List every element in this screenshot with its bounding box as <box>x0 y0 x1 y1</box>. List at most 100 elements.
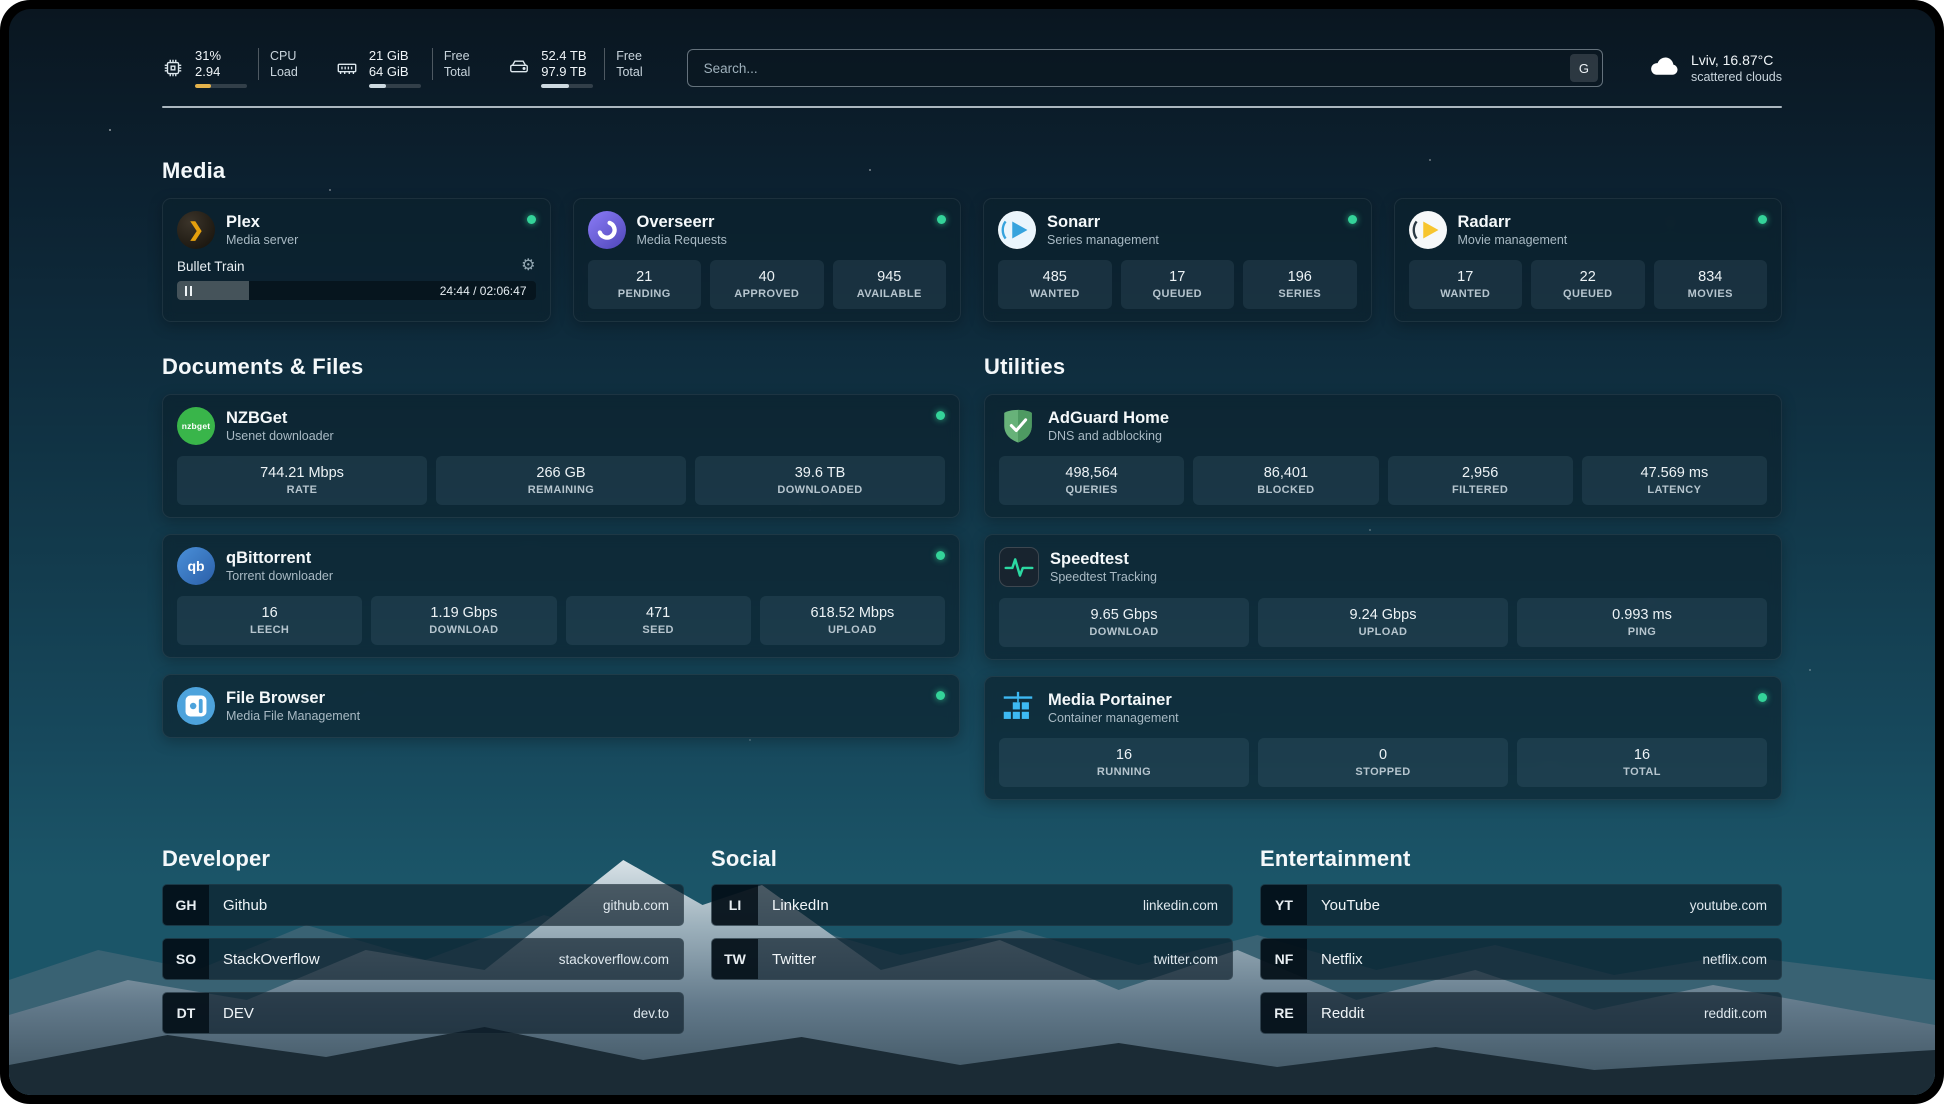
stat-label: SERIES <box>1247 288 1353 301</box>
stat-box: 945 AVAILABLE <box>833 260 947 309</box>
stat-box: 2,956 FILTERED <box>1388 456 1573 505</box>
now-playing-title: Bullet Train <box>177 259 245 274</box>
app-description: Movie management <box>1458 232 1568 248</box>
stat-label: PENDING <box>592 288 698 301</box>
app-card-speedtest[interactable]: Speedtest Speedtest Tracking 9.65 Gbps D… <box>984 534 1782 660</box>
stat-value: 39.6 TB <box>699 464 941 482</box>
bookmark-twitter[interactable]: TW Twitter twitter.com <box>711 938 1233 980</box>
stat-label: RUNNING <box>1003 766 1245 779</box>
stat-box: 498,564 QUERIES <box>999 456 1184 505</box>
stat-box: 9.24 Gbps UPLOAD <box>1258 598 1508 647</box>
memory-widget: 21 GiB 64 GiB Free Total <box>336 48 470 88</box>
app-name: Sonarr <box>1047 212 1159 232</box>
radarr-icon <box>1409 211 1447 249</box>
bookmark-linkedin[interactable]: LI LinkedIn linkedin.com <box>711 884 1233 926</box>
status-dot <box>1758 215 1767 224</box>
stat-box: 47.569 ms LATENCY <box>1582 456 1767 505</box>
app-card-sonarr[interactable]: Sonarr Series management 485 WANTED <box>983 198 1372 322</box>
bookmark-url: twitter.com <box>1153 939 1232 979</box>
stat-label: DOWNLOADED <box>699 484 941 497</box>
search-engine-button[interactable]: G <box>1570 54 1598 82</box>
bookmark-name: Netflix <box>1307 939 1363 979</box>
stat-box: 16 LEECH <box>177 596 362 645</box>
playback-progress-bar[interactable]: 24:44 / 02:06:47 <box>177 281 536 300</box>
bookmark-github[interactable]: GH Github github.com <box>162 884 684 926</box>
app-card-plex[interactable]: ❯ Plex Media server Bullet Train <box>162 198 551 322</box>
bookmark-url: youtube.com <box>1690 885 1781 925</box>
stat-box: 618.52 Mbps UPLOAD <box>760 596 945 645</box>
stat-label: RATE <box>181 484 423 497</box>
playback-time: 24:44 / 02:06:47 <box>440 284 536 298</box>
memory-free: 21 GiB <box>369 48 421 64</box>
bookmark-abbr: RE <box>1261 993 1307 1033</box>
bookmark-name: Github <box>209 885 267 925</box>
bookmark-reddit[interactable]: RE Reddit reddit.com <box>1260 992 1782 1034</box>
bookmark-abbr: LI <box>712 885 758 925</box>
stat-box: 196 SERIES <box>1243 260 1357 309</box>
bookmark-abbr: YT <box>1261 885 1307 925</box>
stat-value: 834 <box>1658 268 1764 286</box>
app-card-nzbget[interactable]: nzbget NZBGet Usenet downloader <box>162 394 960 518</box>
stat-label: FILTERED <box>1392 484 1569 497</box>
app-name: File Browser <box>226 688 360 708</box>
memory-bar <box>369 84 421 88</box>
stat-box: 21 PENDING <box>588 260 702 309</box>
hard-drive-icon <box>508 57 530 79</box>
stat-box: 834 MOVIES <box>1654 260 1768 309</box>
stat-label: PING <box>1521 626 1763 639</box>
app-description: Container management <box>1048 710 1179 726</box>
app-name: qBittorrent <box>226 548 333 568</box>
stat-label: MOVIES <box>1658 288 1764 301</box>
stat-label: QUEUED <box>1535 288 1641 301</box>
bookmark-stackoverflow[interactable]: SO StackOverflow stackoverflow.com <box>162 938 684 980</box>
search-input[interactable] <box>702 60 1570 77</box>
bookmark-dev[interactable]: DT DEV dev.to <box>162 992 684 1034</box>
bookmark-abbr: SO <box>163 939 209 979</box>
stat-value: 47.569 ms <box>1586 464 1763 482</box>
search-bar[interactable]: G <box>687 49 1603 87</box>
stat-value: 17 <box>1413 268 1519 286</box>
app-description: Series management <box>1047 232 1159 248</box>
app-card-radarr[interactable]: Radarr Movie management 17 WANTED <box>1394 198 1783 322</box>
app-card-qbittorrent[interactable]: qb qBittorrent Torrent downloader <box>162 534 960 658</box>
stat-box: 40 APPROVED <box>710 260 824 309</box>
cloud-icon <box>1647 51 1681 85</box>
section-title-entertainment: Entertainment <box>1260 846 1782 872</box>
now-playing: Bullet Train ⚙ 24:44 / 02:06:47 <box>177 258 536 300</box>
app-card-adguard[interactable]: AdGuard Home DNS and adblocking 498,564 … <box>984 394 1782 518</box>
stat-label: STOPPED <box>1262 766 1504 779</box>
storage-free: 52.4 TB <box>541 48 593 64</box>
gear-icon[interactable]: ⚙ <box>521 258 535 274</box>
bookmark-netflix[interactable]: NF Netflix netflix.com <box>1260 938 1782 980</box>
status-dot <box>527 215 536 224</box>
stat-value: 2,956 <box>1392 464 1569 482</box>
bookmark-name: StackOverflow <box>209 939 320 979</box>
qbittorrent-icon: qb <box>177 547 215 585</box>
bookmark-name: YouTube <box>1307 885 1380 925</box>
stat-value: 0 <box>1262 746 1504 764</box>
cpu-widget: 31% 2.94 CPU Load <box>162 48 298 88</box>
chip-icon <box>162 57 184 79</box>
app-card-overseerr[interactable]: Overseerr Media Requests 21 PENDING <box>573 198 962 322</box>
system-metrics: 31% 2.94 CPU Load <box>162 48 643 88</box>
header-divider <box>162 106 1782 108</box>
sonarr-icon <box>998 211 1036 249</box>
bookmark-youtube[interactable]: YT YouTube youtube.com <box>1260 884 1782 926</box>
status-dot <box>936 551 945 560</box>
section-title-media: Media <box>162 158 1782 184</box>
speedtest-icon <box>999 547 1039 587</box>
stat-label: APPROVED <box>714 288 820 301</box>
status-dot <box>1758 693 1767 702</box>
stat-box: 16 TOTAL <box>1517 738 1767 787</box>
app-card-portainer[interactable]: Media Portainer Container management 16 … <box>984 676 1782 800</box>
stat-label: UPLOAD <box>764 624 941 637</box>
ram-icon <box>336 57 358 79</box>
pause-icon[interactable] <box>185 286 192 296</box>
app-card-filebrowser[interactable]: File Browser Media File Management <box>162 674 960 738</box>
stat-box: 17 WANTED <box>1409 260 1523 309</box>
memory-label-top: Free <box>444 48 470 64</box>
app-name: Media Portainer <box>1048 690 1179 710</box>
storage-total: 97.9 TB <box>541 64 593 80</box>
section-title-social: Social <box>711 846 1233 872</box>
app-name: Speedtest <box>1050 549 1157 569</box>
